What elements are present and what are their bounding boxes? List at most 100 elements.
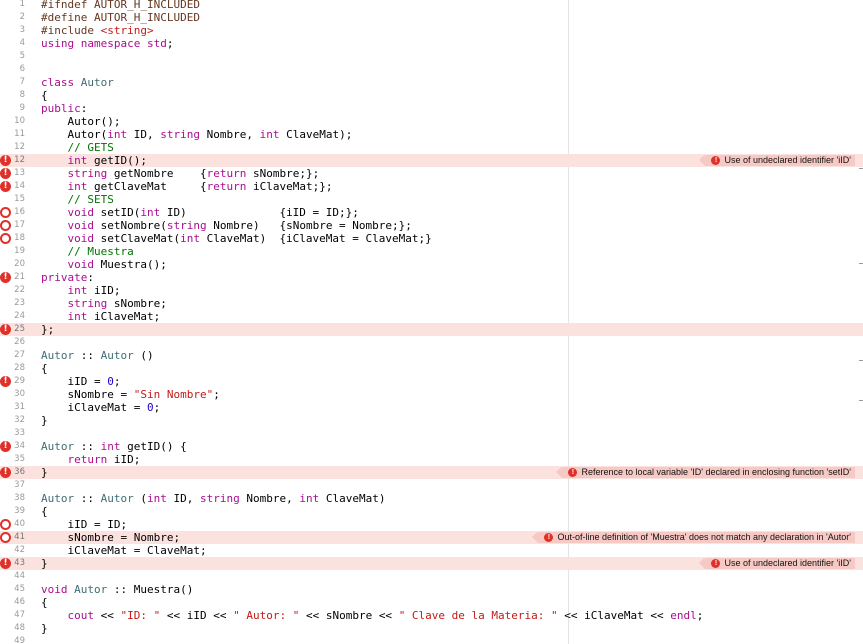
code-line[interactable]: 44 <box>0 570 863 583</box>
code-text[interactable]: } <box>41 414 48 427</box>
code-editor[interactable]: 1 #ifndef AUTOR_H_INCLUDED 2 #define AUTOR_… <box>0 0 863 644</box>
code-text[interactable]: }; <box>41 323 54 336</box>
code-text[interactable]: int iClaveMat; <box>41 310 161 323</box>
code-line[interactable]: 1 #ifndef AUTOR_H_INCLUDED <box>0 0 863 11</box>
code-line[interactable]: 46 { <box>0 596 863 609</box>
code-text[interactable]: } <box>41 466 48 479</box>
code-line[interactable]: 42 iClaveMat = ClaveMat; <box>0 544 863 557</box>
code-line[interactable]: 28 { <box>0 362 863 375</box>
code-line[interactable]: 13 string getNombre {return sNombre;}; <box>0 167 863 180</box>
line-number: 33 <box>14 428 25 438</box>
code-text[interactable]: Autor :: Autor () <box>41 349 154 362</box>
code-text[interactable]: void setID(int ID) {iID = ID;}; <box>41 206 359 219</box>
code-line[interactable]: 5 <box>0 50 863 63</box>
code-line[interactable]: 16 void setID(int ID) {iID = ID;}; <box>0 206 863 219</box>
error-message[interactable]: ! Use of undeclared identifier 'iID' <box>699 558 855 569</box>
code-text[interactable]: int getClaveMat {return iClaveMat;}; <box>41 180 333 193</box>
code-line[interactable]: 48} <box>0 622 863 635</box>
code-line[interactable]: 40 iID = ID; <box>0 518 863 531</box>
code-line[interactable]: 21 private: <box>0 271 863 284</box>
code-text[interactable]: using namespace std; <box>41 37 173 50</box>
code-line[interactable]: 12 int getID();!Use of undeclared identi… <box>0 154 863 167</box>
code-text[interactable]: class Autor <box>41 76 114 89</box>
code-text[interactable]: } <box>41 622 48 635</box>
code-line[interactable]: 19 // Muestra <box>0 245 863 258</box>
code-line[interactable]: 31 iClaveMat = 0; <box>0 401 863 414</box>
code-text[interactable]: public: <box>41 102 87 115</box>
code-line[interactable]: 17 void setNombre(string Nombre) {sNombr… <box>0 219 863 232</box>
code-text[interactable]: { <box>41 596 48 609</box>
code-line[interactable]: 4 using namespace std; <box>0 37 863 50</box>
code-text[interactable]: Autor(); <box>41 115 120 128</box>
code-text[interactable]: void Autor :: Muestra() <box>41 583 193 596</box>
code-line[interactable]: 32} <box>0 414 863 427</box>
error-message[interactable]: ! Reference to local variable 'ID' declar… <box>556 467 855 478</box>
code-line[interactable]: 47 cout << "ID: " << iID << " Autor: " <… <box>0 609 863 622</box>
code-text[interactable]: void setNombre(string Nombre) {sNombre =… <box>41 219 412 232</box>
code-line[interactable]: 43}!Use of undeclared identifier 'iID' <box>0 557 863 570</box>
vertical-scrollbar[interactable] <box>859 0 863 644</box>
code-text[interactable]: Autor(int ID, string Nombre, int ClaveMa… <box>41 128 352 141</box>
code-line[interactable]: 36}!Reference to local variable 'ID' dec… <box>0 466 863 479</box>
code-line[interactable]: 15 // SETS <box>0 193 863 206</box>
error-message[interactable]: ! Use of undeclared identifier 'iID' <box>699 155 855 166</box>
code-line[interactable]: 26 <box>0 336 863 349</box>
code-text[interactable]: // Muestra <box>41 245 133 258</box>
error-message[interactable]: ! Out-of-line definition of 'Muestra' doe… <box>532 532 855 543</box>
code-line[interactable]: 30 sNombre = "Sin Nombre"; <box>0 388 863 401</box>
code-line[interactable]: 24 int iClaveMat; <box>0 310 863 323</box>
code-text[interactable]: { <box>41 89 48 102</box>
code-line[interactable]: 22 int iID; <box>0 284 863 297</box>
code-text[interactable]: } <box>41 557 48 570</box>
code-text[interactable]: iClaveMat = ClaveMat; <box>41 544 206 557</box>
code-text[interactable]: iID = ID; <box>41 518 127 531</box>
code-line[interactable]: 38 Autor :: Autor (int ID, string Nombre,… <box>0 492 863 505</box>
code-line[interactable]: 10 Autor(); <box>0 115 863 128</box>
code-text[interactable]: #define AUTOR_H_INCLUDED <box>41 11 200 24</box>
code-text[interactable]: iID = 0; <box>41 375 120 388</box>
code-line[interactable]: 39 { <box>0 505 863 518</box>
code-text[interactable]: Autor :: Autor (int ID, string Nombre, i… <box>41 492 385 505</box>
code-line[interactable]: 18 void setClaveMat(int ClaveMat) {iClav… <box>0 232 863 245</box>
code-text[interactable]: int iID; <box>41 284 121 297</box>
code-text[interactable]: string sNombre; <box>41 297 167 310</box>
code-line[interactable]: 8{ <box>0 89 863 102</box>
code-line[interactable]: 35 return iID; <box>0 453 863 466</box>
code-line[interactable]: 20 void Muestra(); <box>0 258 863 271</box>
code-line[interactable]: 34 Autor :: int getID() { <box>0 440 863 453</box>
code-text[interactable]: // SETS <box>41 193 113 206</box>
code-line[interactable]: 6 <box>0 63 863 76</box>
code-text[interactable]: void Muestra(); <box>41 258 167 271</box>
code-text[interactable]: return iID; <box>41 453 141 466</box>
code-text[interactable]: sNombre = "Sin Nombre"; <box>41 388 219 401</box>
code-line[interactable]: 41 sNombre = Nombre;! Out-of-line definit… <box>0 531 863 544</box>
code-text[interactable]: string getNombre {return sNombre;}; <box>41 167 320 180</box>
code-text[interactable]: #ifndef AUTOR_H_INCLUDED <box>41 0 200 11</box>
code-line[interactable]: 45 void Autor :: Muestra() <box>0 583 863 596</box>
code-line[interactable]: 29 iID = 0; <box>0 375 863 388</box>
code-text[interactable]: int getID(); <box>41 154 147 167</box>
code-line[interactable]: 49 <box>0 635 863 644</box>
code-text[interactable]: { <box>41 362 48 375</box>
code-line[interactable]: 25}; <box>0 323 863 336</box>
code-line[interactable]: 9 public: <box>0 102 863 115</box>
code-line[interactable]: 3 #include <string> <box>0 24 863 37</box>
code-line[interactable]: 37 <box>0 479 863 492</box>
code-text[interactable]: private: <box>41 271 94 284</box>
code-line[interactable]: 33 <box>0 427 863 440</box>
code-text[interactable]: cout << "ID: " << iID << " Autor: " << s… <box>41 609 704 622</box>
code-line[interactable]: 11 Autor(int ID, string Nombre, int Clav… <box>0 128 863 141</box>
code-text[interactable]: { <box>41 505 48 518</box>
code-text[interactable]: Autor :: int getID() { <box>41 440 187 453</box>
code-line[interactable]: 7 class Autor <box>0 76 863 89</box>
code-text[interactable]: iClaveMat = 0; <box>41 401 160 414</box>
code-line[interactable]: 12 // GETS <box>0 141 863 154</box>
code-line[interactable]: 14 int getClaveMat {return iClaveMat;}; <box>0 180 863 193</box>
code-line[interactable]: 23 string sNombre; <box>0 297 863 310</box>
code-text[interactable]: sNombre = Nombre; <box>41 531 180 544</box>
code-text[interactable]: // GETS <box>41 141 113 154</box>
code-line[interactable]: 2 #define AUTOR_H_INCLUDED <box>0 11 863 24</box>
code-text[interactable]: #include <string> <box>41 24 154 37</box>
code-text[interactable]: void setClaveMat(int ClaveMat) {iClaveMa… <box>41 232 432 245</box>
code-line[interactable]: 27 Autor :: Autor () <box>0 349 863 362</box>
